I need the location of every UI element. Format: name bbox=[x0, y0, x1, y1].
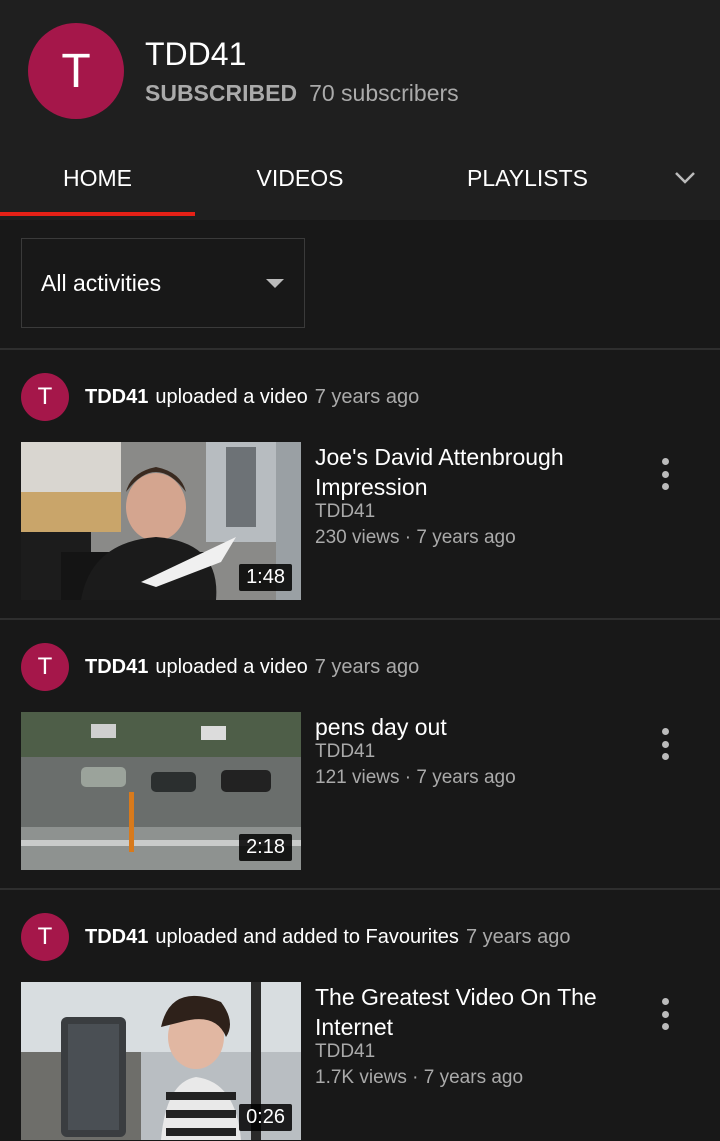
activity-filter-label: All activities bbox=[41, 270, 162, 296]
avatar[interactable]: T bbox=[21, 913, 69, 961]
video-channel: TDD41 bbox=[315, 741, 376, 762]
activity-item: T TDD41 uploaded a video 7 years ago 1:4… bbox=[0, 350, 720, 620]
activity-time: 7 years ago bbox=[314, 385, 420, 408]
activity-channel[interactable]: TDD41 bbox=[85, 386, 148, 409]
channel-avatar[interactable]: T bbox=[28, 23, 124, 119]
avatar[interactable]: T bbox=[21, 373, 69, 421]
video-meta: 1.7K views · 7 years ago bbox=[315, 1067, 524, 1088]
activity-header: T TDD41 uploaded and added to Favourites… bbox=[21, 912, 570, 962]
video-meta: 230 views · 7 years ago bbox=[315, 527, 516, 548]
subscription-row: SUBSCRIBED 70 subscribers bbox=[145, 80, 459, 107]
activity-action: uploaded a video bbox=[155, 385, 308, 408]
activity-header: T TDD41 uploaded a video 7 years ago bbox=[21, 642, 419, 692]
activity-header: T TDD41 uploaded a video 7 years ago bbox=[21, 372, 419, 422]
channel-name: TDD41 bbox=[145, 36, 247, 72]
video-channel: TDD41 bbox=[315, 501, 376, 522]
subscriber-count: 70 subscribers bbox=[309, 80, 459, 106]
video-duration: 0:26 bbox=[239, 1104, 292, 1131]
subscribed-button[interactable]: SUBSCRIBED bbox=[145, 80, 297, 106]
activity-action: uploaded a video bbox=[155, 655, 308, 678]
video-thumbnail[interactable]: 1:48 bbox=[21, 442, 301, 600]
video-duration: 2:18 bbox=[239, 834, 292, 861]
active-tab-indicator bbox=[0, 212, 195, 216]
channel-header: T TDD41 SUBSCRIBED 70 subscribers HOME VI… bbox=[0, 0, 720, 220]
chevron-down-icon[interactable] bbox=[665, 158, 705, 198]
avatar[interactable]: T bbox=[21, 643, 69, 691]
video-thumbnail[interactable]: 2:18 bbox=[21, 712, 301, 870]
activity-action: uploaded and added to Favourites bbox=[155, 925, 459, 948]
more-options-icon[interactable] bbox=[650, 454, 680, 494]
activity-time: 7 years ago bbox=[314, 655, 420, 678]
tab-videos[interactable]: VIDEOS bbox=[200, 140, 400, 216]
tab-playlists[interactable]: PLAYLISTS bbox=[430, 140, 625, 216]
activity-channel[interactable]: TDD41 bbox=[85, 656, 148, 679]
video-title[interactable]: The Greatest Video On The Internet bbox=[315, 982, 635, 1042]
channel-tabs: HOME VIDEOS PLAYLISTS bbox=[0, 140, 720, 220]
activity-item: T TDD41 uploaded a video 7 years ago 2:1… bbox=[0, 620, 720, 890]
video-duration: 1:48 bbox=[239, 564, 292, 591]
more-options-icon[interactable] bbox=[650, 994, 680, 1034]
activity-filter-select[interactable]: All activities bbox=[21, 238, 305, 328]
tab-home[interactable]: HOME bbox=[0, 140, 195, 216]
video-title[interactable]: pens day out bbox=[315, 712, 635, 742]
activity-channel[interactable]: TDD41 bbox=[85, 926, 148, 949]
more-options-icon[interactable] bbox=[650, 724, 680, 764]
video-meta: 121 views · 7 years ago bbox=[315, 767, 516, 788]
dropdown-caret-icon bbox=[266, 279, 284, 288]
video-thumbnail[interactable]: 0:26 bbox=[21, 982, 301, 1140]
video-channel: TDD41 bbox=[315, 1041, 376, 1062]
activity-item: T TDD41 uploaded and added to Favourites… bbox=[0, 890, 720, 1141]
video-title[interactable]: Joe's David Attenbrough Impression bbox=[315, 442, 635, 502]
activity-time: 7 years ago bbox=[465, 925, 571, 948]
